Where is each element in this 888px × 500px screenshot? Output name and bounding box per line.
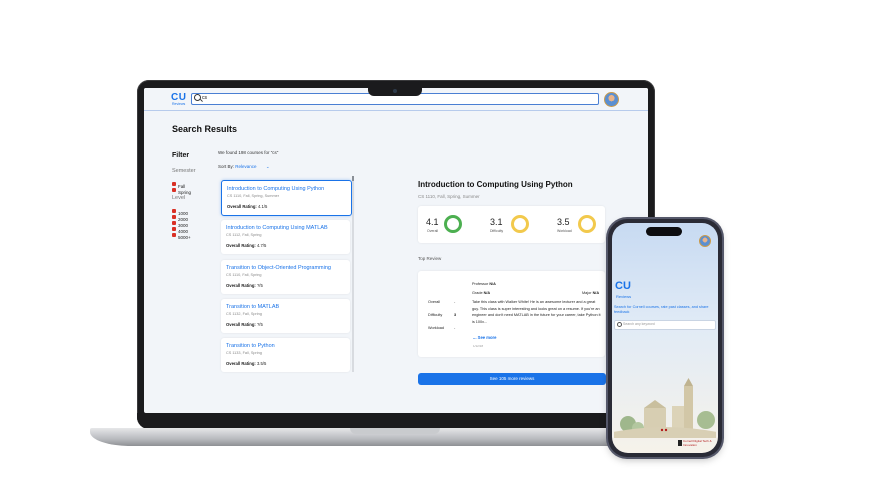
phone-search-placeholder: Search any keyword: [623, 322, 655, 326]
review-grade: Grade N/A: [472, 291, 491, 295]
review-difficulty-value: 3: [454, 313, 457, 317]
cornell-badge-icon: [678, 440, 682, 446]
phone-app-logo: CU: [615, 280, 631, 292]
course-card[interactable]: Transition to MATLAB CS 1132, Fall, Spri…: [221, 299, 350, 333]
review-text: Take this class with Walker White! He is…: [472, 300, 601, 324]
sort-value[interactable]: Relevance: [235, 164, 256, 169]
avatar[interactable]: [604, 92, 619, 107]
filter-level-label: Level: [172, 195, 186, 201]
sort-label: Sort By:: [218, 164, 235, 169]
course-card[interactable]: Introduction to Computing Using Python C…: [221, 180, 352, 216]
review-date: 1/12/18: [473, 344, 484, 348]
results-scrollbar[interactable]: [352, 176, 354, 372]
course-rating: Overall Rating: ?/5: [226, 283, 263, 288]
detail-title: Introduction to Computing Using Python: [418, 180, 573, 189]
checkbox-icon[interactable]: [172, 232, 176, 237]
cornell-badge-text: Cornell Digital Tech & Innovation: [683, 439, 712, 447]
course-subtitle: CS 1132, Fall, Spring: [226, 312, 262, 316]
top-bar-divider: [144, 110, 648, 111]
course-subtitle: CS 1133, Fall, Spring: [226, 351, 262, 355]
sort-control[interactable]: Sort By: Relevance ⌄: [218, 164, 270, 170]
metric-difficulty-label: Difficulty: [490, 229, 504, 233]
course-rating: Overall Rating: ?/5: [226, 322, 263, 327]
filter-title: Filter: [172, 152, 190, 159]
review-workload-value: -: [454, 326, 456, 330]
campus-illustration-icon: [614, 378, 716, 438]
metrics-panel: 4.1 Overall 3.1 Difficulty 3.5 Workload: [418, 206, 605, 243]
search-icon: [194, 94, 201, 101]
review-overall-label: Overall: [428, 300, 441, 304]
avatar[interactable]: [699, 235, 711, 247]
course-title[interactable]: Transition to MATLAB: [226, 304, 279, 310]
course-title[interactable]: Transition to Object-Oriented Programmin…: [226, 265, 331, 271]
top-review-label: Top Review: [418, 256, 442, 261]
filter-option-5000-plus[interactable]: 5000+: [172, 226, 191, 244]
course-subtitle: CS 1112, Fall, Spring: [226, 233, 262, 237]
metric-overall-ring: [444, 215, 462, 233]
metric-workload-value: 3.5: [557, 217, 570, 227]
metric-difficulty-value: 3.1: [490, 217, 503, 227]
review-workload-label: Workload: [428, 326, 444, 330]
review-card: Professor N/A Grade N/A Major N/A Overal…: [418, 271, 605, 357]
checkbox-icon[interactable]: [172, 187, 176, 192]
review-professor: Professor N/A: [472, 282, 496, 286]
phone-description: Search for Cornell courses, rate past cl…: [614, 305, 709, 314]
course-card[interactable]: Introduction to Computing Using MATLAB C…: [221, 220, 350, 254]
results-count: We found 198 courses for "cs": [218, 150, 279, 155]
phone-app-logo-subtitle: Reviews: [616, 294, 632, 299]
course-subtitle: CS 1110, Fall, Spring: [226, 273, 262, 277]
camera-icon: [393, 89, 397, 93]
app-logo-subtitle: Reviews: [172, 102, 186, 106]
review-difficulty-label: Difficulty: [428, 313, 443, 317]
course-title[interactable]: Transition to Python: [226, 343, 275, 349]
chevron-down-icon[interactable]: ⌄: [266, 164, 270, 169]
course-card[interactable]: Transition to Object-Oriented Programmin…: [221, 260, 350, 294]
phone-dynamic-island: [646, 227, 682, 236]
see-more-reviews-button[interactable]: See 105 more reviews: [418, 373, 606, 385]
results-scrollbar-thumb[interactable]: [352, 176, 354, 181]
course-title[interactable]: Introduction to Computing Using Python: [227, 186, 324, 192]
filter-semester-label: Semester: [172, 168, 196, 174]
metric-workload-label: Workload: [557, 229, 572, 233]
detail-subtitle: CS 1110, Fall, Spring, Summer: [418, 194, 480, 199]
page-title: Search Results: [172, 124, 238, 134]
laptop-screen: CU Reviews cs Search Results Filter Seme…: [144, 88, 648, 413]
laptop-base-notch: [350, 428, 440, 434]
search-value: cs: [202, 95, 207, 101]
metric-overall-value: 4.1: [426, 217, 439, 227]
course-subtitle: CS 1110, Fall, Spring, Summer: [227, 194, 279, 198]
metric-difficulty-ring: [511, 215, 529, 233]
course-card[interactable]: Transition to Python CS 1133, Fall, Spri…: [221, 338, 350, 372]
course-rating: Overall Rating: 4.7/5: [226, 243, 267, 248]
see-more-link[interactable]: ... See more: [473, 335, 497, 340]
search-icon: [617, 322, 622, 327]
course-rating: Overall Rating: 4.1/5: [227, 204, 268, 209]
course-title[interactable]: Introduction to Computing Using MATLAB: [226, 225, 328, 231]
metric-overall-label: Overall: [427, 229, 439, 233]
course-rating: Overall Rating: 3.5/5: [226, 361, 267, 366]
review-major: Major N/A: [582, 291, 600, 295]
metric-workload-ring: [578, 215, 596, 233]
laptop-bezel: [137, 413, 655, 429]
review-overall-value: -: [454, 300, 456, 304]
